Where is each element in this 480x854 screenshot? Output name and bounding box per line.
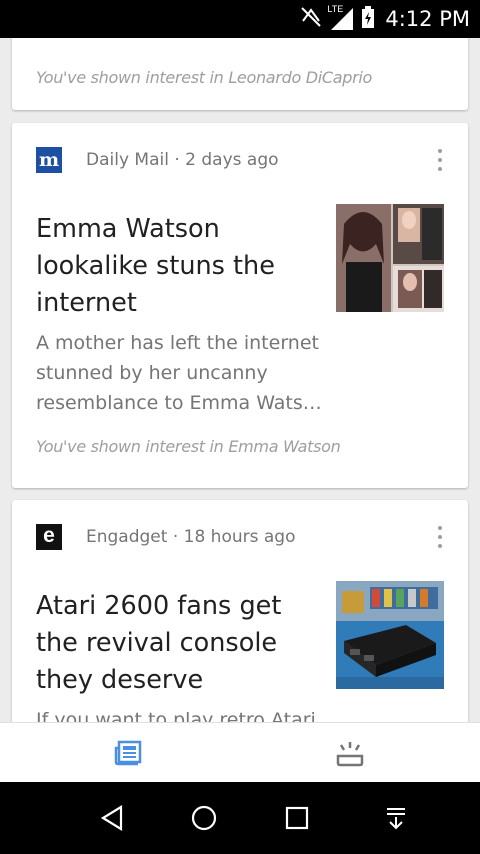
network-type-label: LTE: [327, 4, 344, 14]
status-icons: LTE 4:12 PM: [299, 0, 470, 38]
snippet: If you want to play retro Atari: [36, 709, 316, 722]
status-bar: LTE 4:12 PM: [0, 0, 480, 38]
source-row: m Daily Mail · 2 days ago: [36, 147, 279, 173]
recents-icon[interactable]: [279, 800, 315, 836]
upcoming-icon[interactable]: [320, 723, 380, 783]
snippet: A mother has left the internet stunned b…: [36, 332, 322, 414]
source-row: e Engadget · 18 hours ago: [36, 524, 296, 550]
home-icon[interactable]: [186, 800, 222, 836]
bottom-navigation: [0, 722, 480, 782]
notification-shade-icon[interactable]: [378, 800, 414, 836]
more-options-icon[interactable]: [436, 526, 444, 548]
daily-mail-logo: m: [36, 147, 62, 173]
news-card[interactable]: e Engadget · 18 hours ago Atari 2600 fan…: [12, 500, 468, 722]
back-icon[interactable]: [94, 800, 130, 836]
article-thumbnail[interactable]: [336, 204, 444, 312]
headline[interactable]: Atari 2600 fans get the revival console …: [36, 588, 321, 699]
logo-letter: m: [38, 148, 60, 171]
battery-icon: [361, 5, 375, 34]
more-options-icon[interactable]: [436, 149, 444, 171]
system-navigation-bar: [0, 782, 480, 854]
lte-signal-icon: LTE: [327, 4, 355, 32]
news-feed[interactable]: You've shown interest in Leonardo DiCapr…: [0, 38, 480, 722]
interest-reason: You've shown interest in Leonardo DiCapr…: [36, 68, 373, 87]
newspaper-icon[interactable]: [98, 723, 158, 783]
logo-letter: e: [43, 524, 55, 547]
news-card[interactable]: You've shown interest in Leonardo DiCapr…: [12, 38, 468, 110]
article-thumbnail[interactable]: [336, 581, 444, 689]
source-label: Engadget · 18 hours ago: [86, 527, 296, 547]
news-card[interactable]: m Daily Mail · 2 days ago Emma Watson lo…: [12, 123, 468, 488]
engadget-logo: e: [36, 524, 62, 550]
clock: 4:12 PM: [385, 7, 470, 31]
mute-icon: [299, 5, 323, 34]
interest-reason: You've shown interest in Emma Watson: [36, 437, 341, 456]
headline[interactable]: Emma Watson lookalike stuns the internet: [36, 211, 306, 322]
source-label: Daily Mail · 2 days ago: [86, 150, 279, 170]
